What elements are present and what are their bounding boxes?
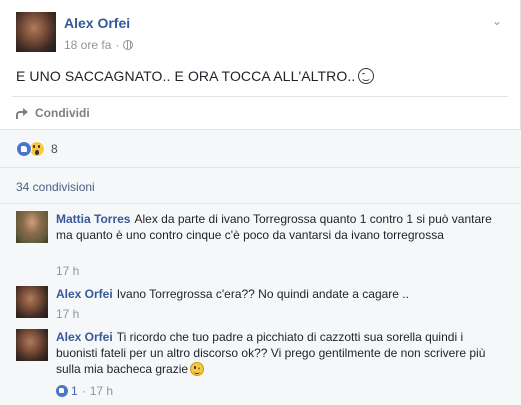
comment-text: Ivano Torregrossa c'era?? No quindi anda… — [116, 287, 409, 301]
post-card: Alex Orfei 18 ore fa · ⌄ E UNO SACCAGNAT… — [0, 0, 521, 405]
comment-meta: 17 h — [56, 307, 79, 321]
commenter-avatar[interactable] — [16, 211, 48, 243]
comment-body: Mattia Torres Alex da parte di ivano Torr… — [56, 211, 506, 243]
reactions-summary[interactable]: 8 — [16, 141, 58, 157]
comment-time[interactable]: 17 h — [56, 307, 79, 321]
comment-likes[interactable]: 1 — [56, 384, 78, 398]
reactions-count: 8 — [51, 142, 58, 156]
comment-meta: 17 h — [56, 264, 79, 278]
comment-time[interactable]: 17 h — [56, 264, 79, 278]
comment-text: Ti ricordo che tuo padre a picchiato di … — [56, 330, 486, 376]
comment-body: Alex Orfei Ivano Torregrossa c'era?? No q… — [56, 286, 506, 302]
commenter-name[interactable]: Alex Orfei — [56, 287, 113, 301]
meta-separator: · — [81, 384, 86, 398]
chevron-down-icon[interactable]: ⌄ — [492, 15, 502, 27]
grin-emoji-icon — [358, 68, 375, 84]
shares-count[interactable]: 34 condivisioni — [16, 180, 95, 194]
wink-emoji-icon — [190, 362, 205, 376]
like-icon — [56, 385, 68, 397]
share-label: Condividi — [35, 106, 90, 120]
author-avatar[interactable] — [16, 12, 56, 52]
share-button[interactable]: Condividi — [16, 106, 90, 120]
comment-meta: 1 · 17 h — [56, 384, 113, 398]
comment-like-count: 1 — [71, 384, 78, 398]
post-author[interactable]: Alex Orfei — [64, 15, 130, 31]
share-icon — [16, 108, 28, 119]
commenter-name[interactable]: Mattia Torres — [56, 212, 130, 226]
divider — [12, 96, 508, 97]
commenter-avatar[interactable] — [16, 286, 48, 318]
commenter-name[interactable]: Alex Orfei — [56, 330, 113, 344]
post-meta: 18 ore fa · — [64, 38, 134, 52]
reactions-bar — [0, 129, 521, 167]
globe-icon[interactable] — [123, 40, 134, 50]
post-text-content: E UNO SACCAGNATO.. E ORA TOCCA ALL'ALTRO… — [16, 68, 356, 84]
like-reaction-icon — [16, 141, 32, 157]
meta-separator: · — [115, 38, 120, 52]
commenter-avatar[interactable] — [16, 329, 48, 361]
post-text: E UNO SACCAGNATO.. E ORA TOCCA ALL'ALTRO… — [16, 68, 375, 84]
post-time[interactable]: 18 ore fa — [64, 38, 111, 52]
comment-time[interactable]: 17 h — [90, 384, 113, 398]
comment-body: Alex Orfei Ti ricordo che tuo padre a pic… — [56, 329, 506, 377]
